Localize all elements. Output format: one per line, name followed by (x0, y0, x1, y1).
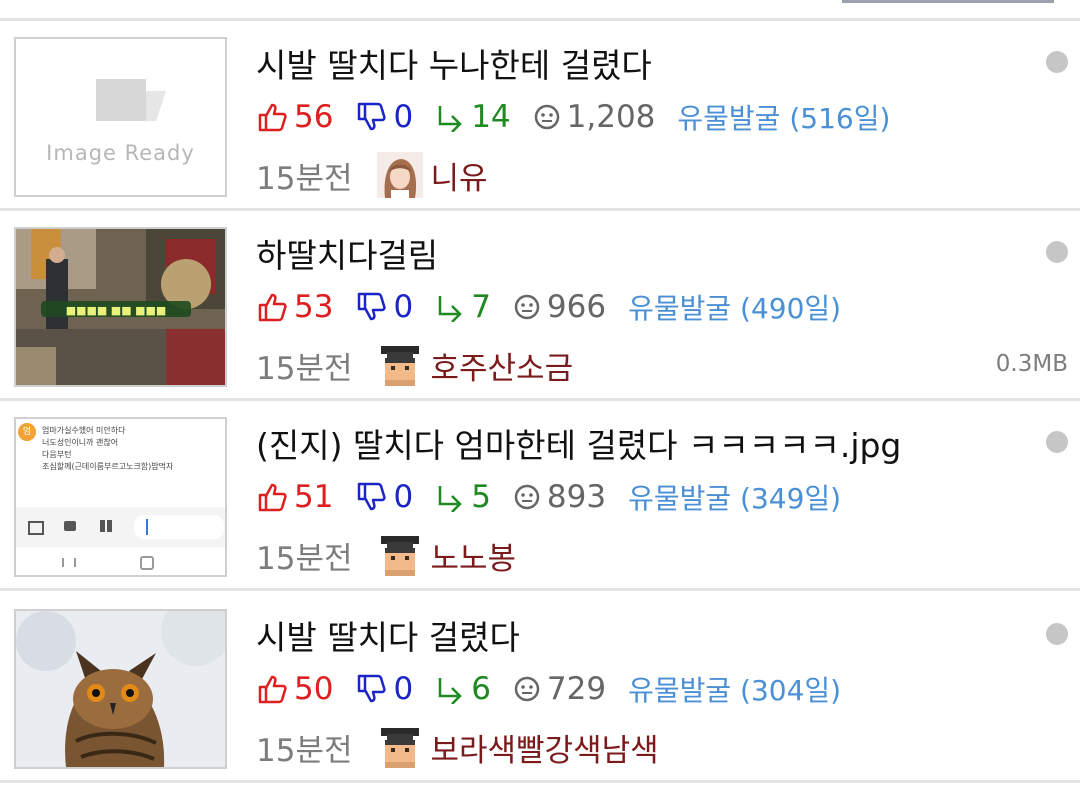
pixel-graduate-avatar-icon (380, 346, 419, 386)
thumbs-down-icon (358, 482, 387, 511)
like-count: 51 (294, 479, 334, 515)
unread-dot-icon (1046, 241, 1068, 263)
reply-arrow-icon (438, 678, 462, 704)
thumbs-down-icon (358, 292, 387, 321)
post-thumbnail[interactable] (14, 609, 227, 769)
unread-dot-icon (1046, 51, 1068, 73)
views-face-icon (514, 294, 540, 320)
dislike-count: 0 (393, 671, 414, 707)
chat-line: 엄마가실수했어 미안하다 (42, 426, 126, 435)
attachment-size: 0.3MB (995, 351, 1068, 377)
category-label[interactable]: 유물발굴 (304일) (628, 669, 841, 709)
category-label[interactable]: 유물발굴 (516일) (677, 97, 890, 137)
unread-dot-icon (1046, 623, 1068, 645)
recent-apps-icon (62, 558, 76, 567)
reply-arrow-icon (438, 296, 462, 322)
chat-input-bar (16, 507, 225, 547)
dislike-count: 0 (393, 289, 414, 325)
post-title[interactable]: (진지) 딸치다 엄마한테 걸렸다 ㅋㅋㅋㅋㅋ.jpg (256, 419, 901, 467)
reply-count: 5 (471, 479, 491, 515)
dislike-count: 0 (393, 99, 414, 135)
svg-text:■■■■ ■■ ■■■: ■■■■ ■■ ■■■ (66, 304, 167, 317)
thumbnail-placeholder-text: Image Ready (46, 141, 195, 165)
thumbs-down-icon (358, 674, 387, 703)
author-name[interactable]: 니유 (431, 153, 488, 198)
reply-count: 14 (471, 99, 511, 135)
like-count: 53 (294, 289, 334, 325)
gallery-icon (28, 521, 44, 535)
author-avatar (376, 152, 423, 198)
owl-image (16, 611, 225, 767)
post-title[interactable]: 시발 딸치다 누나한테 걸렸다 (256, 39, 652, 87)
text-cursor (146, 519, 148, 535)
previous-thumbnail-edge (842, 0, 1054, 3)
post-time: 15분전 (256, 540, 353, 577)
like-count: 50 (294, 671, 334, 707)
category-label[interactable]: 유물발굴 (490일) (628, 287, 841, 327)
home-icon (140, 556, 154, 570)
chat-line: 다음부턴 (42, 450, 72, 459)
camera-icon (64, 521, 76, 531)
author-name[interactable]: 노노봉 (431, 533, 517, 578)
view-count: 1,208 (566, 99, 656, 135)
reply-arrow-icon (438, 486, 462, 512)
category-label[interactable]: 유물발굴 (349일) (628, 477, 841, 517)
post-thumbnail[interactable]: ■■■■ ■■ ■■■ (14, 227, 227, 387)
views-face-icon (514, 484, 540, 510)
author-name[interactable]: 보라색빨강색남색 (431, 725, 659, 770)
post-thumbnail[interactable]: Image Ready (14, 37, 227, 197)
chat-badge-icon: 엄 (18, 423, 36, 441)
reply-count: 7 (471, 289, 491, 325)
thumbs-up-icon (258, 103, 287, 132)
post-time: 15분전 (256, 350, 353, 387)
android-nav-bar (16, 551, 225, 575)
post-thumbnail[interactable]: 엄 엄마가실수했어 미안하다 너도성인이니까 괜찮어 다음부턴 조심할께(근데이… (14, 417, 227, 577)
reply-arrow-icon (438, 106, 462, 132)
post-title[interactable]: 시발 딸치다 걸렸다 (256, 611, 520, 659)
like-count: 56 (294, 99, 334, 135)
chat-message: 엄마가실수했어 미안하다 너도성인이니까 괜찮어 다음부턴 조심할께(근데이름부… (42, 425, 173, 473)
view-count: 966 (546, 289, 607, 325)
apps-icon (100, 520, 112, 532)
unread-dot-icon (1046, 431, 1068, 453)
tv-scene-image: ■■■■ ■■ ■■■ (16, 229, 225, 385)
pixel-graduate-avatar-icon (380, 728, 419, 768)
previous-post-edge (0, 0, 1080, 21)
chat-line: 조심할께(근데이름부르고노크함)밥먹자 (42, 462, 174, 471)
post-list-item[interactable]: 시발 딸치다 걸렸다 50 0 6 729 유물발굴 (304일) 15분전 보… (0, 593, 1080, 783)
author-name[interactable]: 호주산소금 (431, 343, 574, 388)
thumbs-down-icon (358, 102, 387, 131)
post-list-item[interactable]: 엄 엄마가실수했어 미안하다 너도성인이니까 괜찮어 다음부턴 조심할께(근데이… (0, 401, 1080, 591)
pixel-graduate-avatar-icon (380, 536, 419, 576)
dislike-count: 0 (393, 479, 414, 515)
thumbs-up-icon (258, 293, 287, 322)
view-count: 729 (546, 671, 607, 707)
post-list-item[interactable]: ■■■■ ■■ ■■■ 하딸치다걸림 53 0 7 966 유물발굴 (490일… (0, 211, 1080, 401)
thumbs-up-icon (258, 483, 287, 512)
chat-line: 너도성인이니까 괜찮어 (42, 438, 119, 447)
post-title[interactable]: 하딸치다걸림 (256, 229, 438, 277)
image-ready-placeholder-icon (96, 79, 166, 121)
view-count: 893 (546, 479, 607, 515)
views-face-icon (514, 676, 540, 702)
post-time: 15분전 (256, 160, 353, 197)
post-time: 15분전 (256, 732, 353, 769)
views-face-icon (534, 104, 559, 130)
post-list-item[interactable]: Image Ready 시발 딸치다 누나한테 걸렸다 56 0 14 1,20… (0, 21, 1080, 211)
reply-count: 6 (471, 671, 491, 707)
thumbs-up-icon (258, 675, 287, 704)
